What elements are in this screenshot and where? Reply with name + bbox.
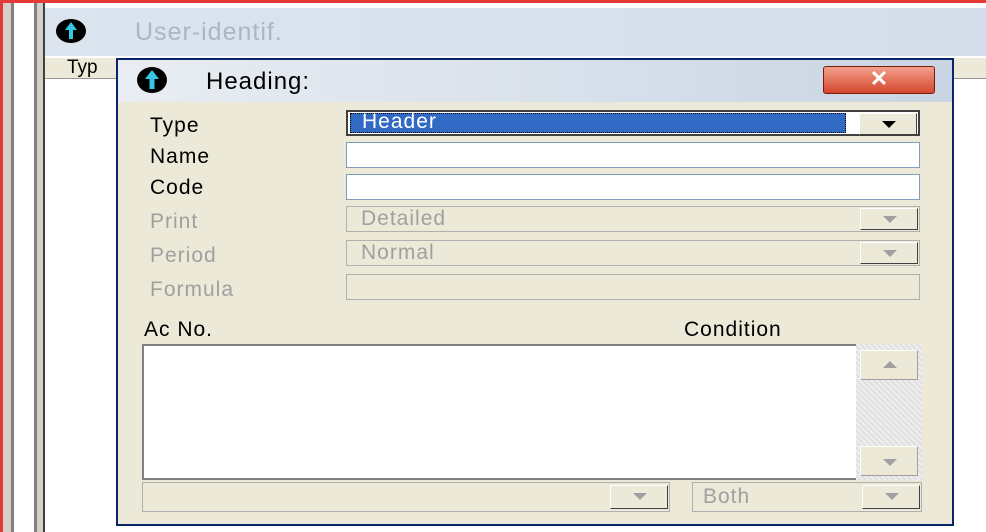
type-label: Type	[150, 114, 200, 137]
type-value: Header	[362, 110, 437, 133]
scroll-up-button[interactable]	[860, 350, 918, 380]
condition-combobox-value: Both	[703, 485, 751, 508]
condition-dropdown-button	[862, 485, 920, 509]
left-gap	[14, 3, 34, 532]
dialog-title-bar[interactable]: Heading: ✕	[118, 60, 952, 102]
code-label: Code	[150, 176, 205, 199]
ac-no-column-header[interactable]: Ac No.	[144, 318, 213, 342]
left-frame	[3, 3, 11, 532]
account-combobox	[142, 482, 670, 512]
period-dropdown-button	[860, 242, 918, 264]
close-icon: ✕	[869, 66, 889, 91]
type-combobox[interactable]: Header	[346, 110, 920, 136]
condition-column-header[interactable]: Condition	[684, 318, 782, 342]
condition-combobox: Both	[692, 482, 922, 512]
account-dropdown-button	[610, 485, 668, 509]
grid-scrollbar[interactable]	[856, 344, 922, 480]
print-combobox: Detailed	[346, 206, 920, 232]
dialog-title: Heading:	[206, 68, 311, 95]
code-input[interactable]	[346, 174, 920, 200]
background-column-header[interactable]: Typ	[67, 58, 98, 78]
formula-label: Formula	[150, 278, 235, 301]
background-window-title: User-identif.	[135, 18, 283, 46]
info-up-arrow-icon	[137, 67, 167, 93]
print-label: Print	[150, 210, 199, 233]
chevron-down-icon	[882, 121, 896, 128]
account-grid[interactable]	[142, 344, 922, 480]
chevron-down-icon	[883, 216, 897, 223]
name-input[interactable]	[346, 142, 920, 168]
heading-dialog: Heading: ✕ Type Header Name Code Print D…	[116, 58, 954, 526]
chevron-down-icon	[883, 459, 897, 466]
type-dropdown-button[interactable]	[859, 113, 917, 135]
formula-input	[346, 274, 920, 300]
period-label: Period	[150, 244, 217, 267]
background-title-bar: User-identif.	[45, 8, 986, 56]
chevron-down-icon	[883, 250, 897, 257]
chevron-down-icon	[885, 493, 899, 500]
period-value: Normal	[361, 241, 435, 264]
chevron-down-icon	[633, 493, 647, 500]
print-value: Detailed	[361, 207, 447, 230]
scroll-down-button[interactable]	[860, 446, 918, 476]
info-up-arrow-icon	[56, 19, 86, 43]
period-combobox: Normal	[346, 240, 920, 266]
name-label: Name	[150, 145, 211, 168]
print-dropdown-button	[860, 208, 918, 230]
chevron-up-icon	[883, 361, 897, 368]
close-button[interactable]: ✕	[823, 66, 935, 94]
